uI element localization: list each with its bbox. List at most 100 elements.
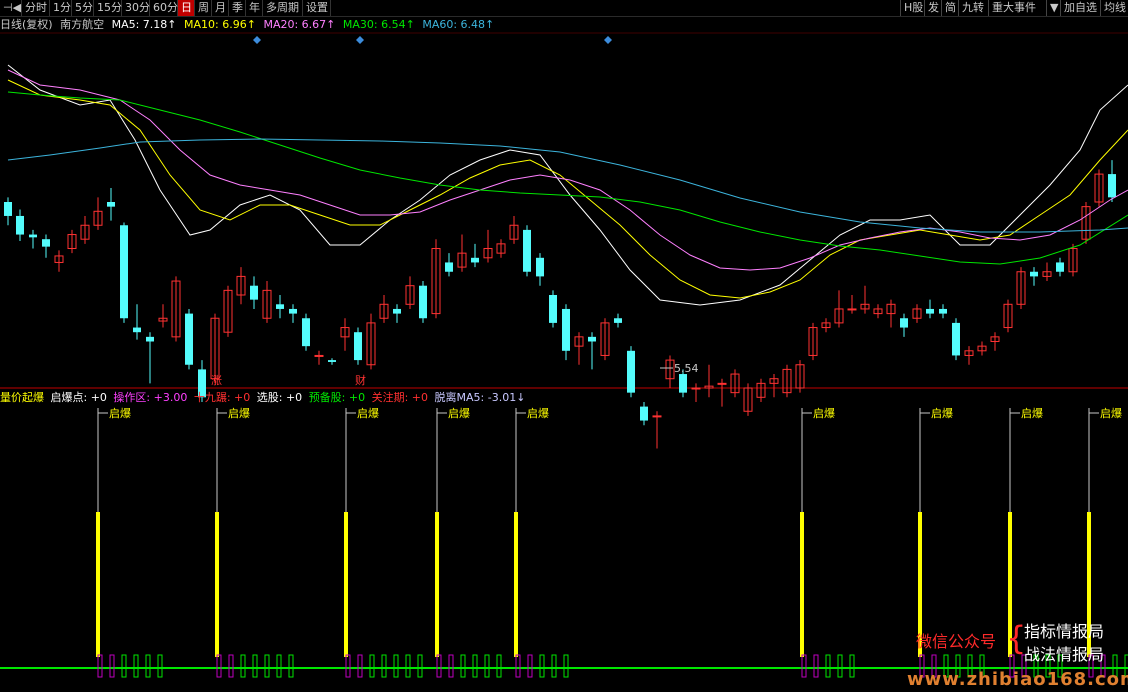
candle-body <box>4 202 12 216</box>
xuangu-value: 选股: +0 <box>256 391 303 404</box>
lower-tick <box>460 654 466 678</box>
candle-body <box>42 239 50 247</box>
candle-body <box>614 318 622 323</box>
low-price-label: 5.54 <box>674 362 699 375</box>
watermark-wechat: 微信公众号 <box>916 632 997 651</box>
lower-tick <box>515 654 521 678</box>
candle-body <box>289 308 297 314</box>
lower-tick <box>369 654 375 678</box>
lower-tick <box>837 654 843 678</box>
candle-body <box>445 262 453 272</box>
lower-tick <box>472 654 478 678</box>
signal-label: 启爆 <box>109 406 131 420</box>
candle-body <box>523 229 531 272</box>
candle-body <box>393 308 401 314</box>
lower-tick <box>345 654 351 678</box>
kline-chart[interactable]: 5.54 涨 财启爆 启爆 启爆 启爆 启爆 启爆 启爆 启爆 启爆 <box>0 0 1128 692</box>
lower-tick <box>252 654 258 678</box>
candle-body <box>536 257 544 277</box>
lower-tick <box>484 654 490 678</box>
lower-tick <box>276 654 282 678</box>
guanzhu-value: 关注期: +0 <box>371 391 429 404</box>
candle-body <box>717 382 727 385</box>
candle-body <box>185 313 193 365</box>
lower-tick <box>417 654 423 678</box>
lower-tick <box>436 654 442 678</box>
candle-body <box>652 415 662 418</box>
candle-body <box>471 257 479 263</box>
ma5-line <box>7 64 1128 306</box>
candle-body <box>16 215 24 235</box>
lower-tick <box>527 654 533 678</box>
candle-body <box>250 285 258 300</box>
candle-body <box>1108 174 1116 198</box>
candle-body <box>847 308 857 311</box>
candle-body <box>133 327 141 333</box>
lower-tick <box>563 654 569 678</box>
signal-bar <box>435 512 439 657</box>
signal-label: 启爆 <box>1021 406 1043 420</box>
signal-bar <box>344 512 348 657</box>
signal-bar <box>514 512 518 657</box>
lower-tick <box>825 654 831 678</box>
lower-tick <box>405 654 411 678</box>
lower-tick <box>849 654 855 678</box>
candle-body <box>354 332 362 361</box>
lower-tick <box>448 654 454 678</box>
watermark-site: www.zhibiao168.com <box>907 669 1128 690</box>
candle-body <box>562 308 570 351</box>
lower-tick <box>801 654 807 678</box>
candle-body <box>1056 262 1064 272</box>
signal-label: 启爆 <box>527 406 549 420</box>
candle-body <box>549 295 557 323</box>
signal-label: 启爆 <box>448 406 470 420</box>
candle-body <box>939 308 947 314</box>
signal-label: 启爆 <box>931 406 953 420</box>
lower-tick <box>813 654 819 678</box>
candle-body <box>900 318 908 328</box>
lower-tick <box>216 654 222 678</box>
watermark-name2: 战法情报局 <box>1024 645 1105 664</box>
indicator-name[interactable]: 量价起爆 <box>0 391 44 404</box>
lower-tick <box>157 654 163 678</box>
event-diamond <box>253 36 261 44</box>
candle-body <box>328 360 336 362</box>
lower-tick <box>145 654 151 678</box>
ma20-line <box>7 69 1128 271</box>
mark-zhang: 涨 <box>211 374 222 387</box>
candle-body <box>1030 271 1038 277</box>
signal-bar <box>215 512 219 657</box>
candle-body <box>302 318 310 347</box>
lower-tick <box>109 654 115 678</box>
ma60-line <box>7 138 1128 233</box>
candle-body <box>627 350 635 393</box>
candle-body <box>691 387 701 390</box>
candle-body <box>952 322 960 356</box>
ma30-line <box>7 91 1128 265</box>
ma10-line <box>7 79 1128 299</box>
candle-body <box>29 234 37 238</box>
candle-body <box>419 285 427 319</box>
lower-tick <box>551 654 557 678</box>
qibao-value: 启爆点: +0 <box>50 391 107 404</box>
candle-body <box>276 304 284 309</box>
watermark-name1: 指标情报局 <box>1024 622 1105 641</box>
event-diamond <box>604 36 612 44</box>
indicator-legend: 量价起爆 启爆点: +0 操作区: +3.00 十九蹍: +0 选股: +0 预… <box>0 390 528 405</box>
lower-tick <box>228 654 234 678</box>
lower-tick <box>496 654 502 678</box>
signal-label: 启爆 <box>228 406 250 420</box>
signal-label: 启爆 <box>1100 406 1122 420</box>
signal-bar <box>800 512 804 657</box>
lower-tick <box>288 654 294 678</box>
candle-body <box>640 406 648 421</box>
candle-body <box>314 354 324 357</box>
lower-tick <box>97 654 103 678</box>
candle-body <box>146 336 154 342</box>
event-diamond <box>356 36 364 44</box>
lower-tick <box>121 654 127 678</box>
candle-body <box>120 225 128 319</box>
lower-tick <box>133 654 139 678</box>
signal-bar <box>96 512 100 657</box>
candle-body <box>588 336 596 342</box>
